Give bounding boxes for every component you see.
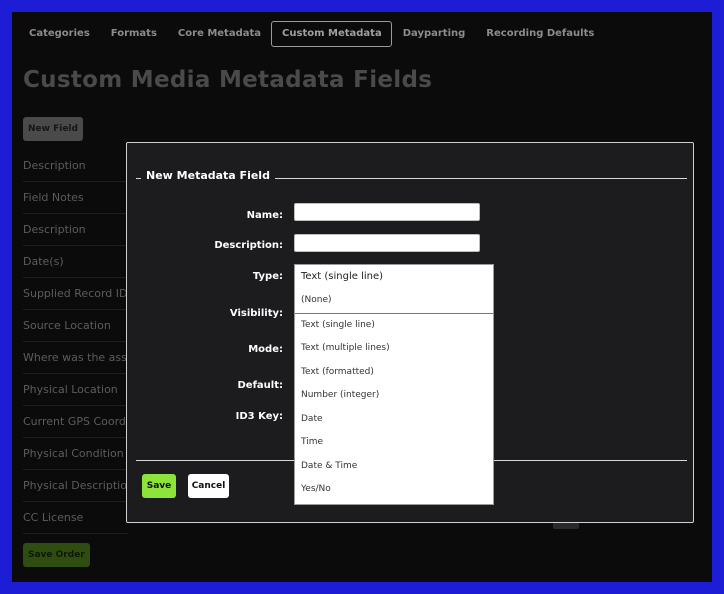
list-item[interactable]: Physical Condition bbox=[23, 438, 128, 470]
list-item[interactable]: Description bbox=[23, 150, 128, 182]
list-item[interactable]: Where was the asset bbox=[23, 342, 128, 374]
list-item[interactable]: Field Notes bbox=[23, 182, 128, 214]
type-option[interactable]: Text (single line) bbox=[295, 314, 493, 338]
type-option[interactable]: Number (integer) bbox=[295, 384, 493, 408]
type-option[interactable]: Date bbox=[295, 408, 493, 432]
page-title: Custom Media Metadata Fields bbox=[23, 67, 433, 93]
list-item[interactable]: Physical Description bbox=[23, 470, 128, 502]
type-option[interactable]: Time bbox=[295, 431, 493, 455]
default-label: Default: bbox=[237, 380, 283, 391]
type-select-dropdown[interactable]: Text (single line) (None) Text (single l… bbox=[294, 264, 494, 505]
cancel-button[interactable]: Cancel bbox=[188, 474, 229, 498]
name-input[interactable] bbox=[294, 203, 480, 221]
tab-dayparting[interactable]: Dayparting bbox=[392, 21, 476, 47]
type-select-value[interactable]: Text (single line) bbox=[295, 265, 493, 289]
list-item[interactable]: Date(s) bbox=[23, 246, 128, 278]
list-item[interactable]: Description bbox=[23, 214, 128, 246]
type-option[interactable]: Text (formatted) bbox=[295, 361, 493, 385]
description-label: Description: bbox=[214, 240, 283, 251]
tab-custom-metadata[interactable]: Custom Metadata bbox=[271, 21, 392, 47]
tab-recording-defaults[interactable]: Recording Defaults bbox=[475, 21, 604, 47]
type-option[interactable]: Text (multiple lines) bbox=[295, 337, 493, 361]
field-list: Description Field Notes Description Date… bbox=[23, 150, 128, 534]
visibility-label: Visibility: bbox=[229, 308, 283, 319]
save-order-button[interactable]: Save Order bbox=[23, 543, 90, 567]
mode-label: Mode: bbox=[248, 344, 283, 355]
type-label: Type: bbox=[252, 271, 283, 282]
save-button[interactable]: Save bbox=[142, 474, 176, 498]
list-item[interactable]: Current GPS Coordinates bbox=[23, 406, 128, 438]
app-window: Categories Formats Core Metadata Custom … bbox=[12, 12, 712, 582]
id3-key-label: ID3 Key: bbox=[235, 411, 283, 422]
type-option[interactable]: Yes/No bbox=[295, 478, 493, 502]
dialog-title: New Metadata Field bbox=[141, 169, 275, 182]
list-item[interactable]: Supplied Record ID bbox=[23, 278, 128, 310]
name-label: Name: bbox=[246, 210, 283, 221]
list-item[interactable]: Source Location bbox=[23, 310, 128, 342]
tab-core-metadata[interactable]: Core Metadata bbox=[167, 21, 271, 47]
description-input[interactable] bbox=[294, 234, 480, 252]
list-item[interactable]: CC License bbox=[23, 502, 128, 534]
tab-bar: Categories Formats Core Metadata Custom … bbox=[18, 21, 604, 47]
list-item[interactable]: Physical Location bbox=[23, 374, 128, 406]
type-option[interactable]: Date & Time bbox=[295, 455, 493, 479]
type-option[interactable]: (None) bbox=[295, 289, 493, 314]
new-field-button[interactable]: New Field bbox=[23, 117, 83, 141]
tab-formats[interactable]: Formats bbox=[100, 21, 167, 47]
tab-categories[interactable]: Categories bbox=[18, 21, 100, 47]
